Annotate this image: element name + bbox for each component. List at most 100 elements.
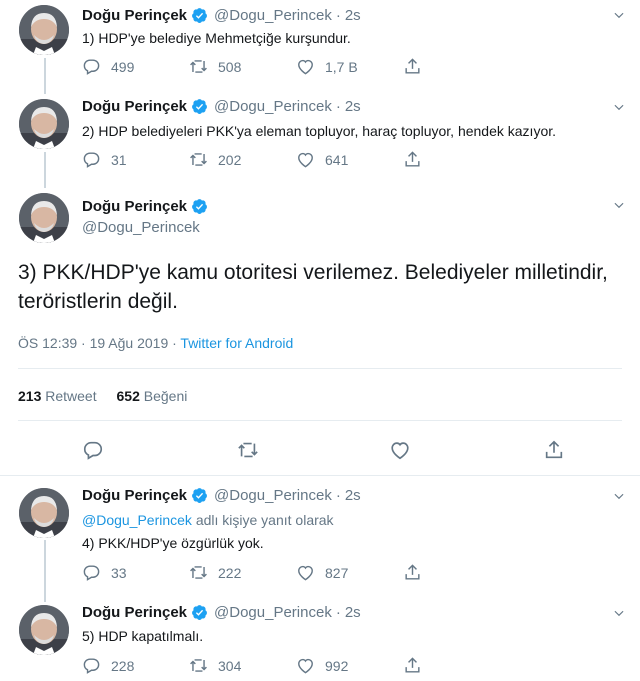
reply-button[interactable]: 228	[82, 656, 189, 675]
retweet-icon[interactable]	[237, 439, 259, 461]
thread-line	[44, 58, 46, 94]
retweet-count: 304	[218, 657, 242, 674]
author-handle[interactable]: @Dogu_Perincek	[214, 98, 332, 115]
main-tweet-text: 3) PKK/HDP'ye kamu otoritesi verilemez. …	[18, 261, 608, 313]
reply-count: 33	[111, 564, 127, 581]
tweet-time[interactable]: 2s	[345, 7, 361, 24]
like-button[interactable]: 641	[296, 150, 403, 169]
retweet-count: 222	[218, 564, 242, 581]
retweet-icon	[189, 57, 208, 76]
tweet-stats: 213 Retweet 652 Beğeni	[18, 388, 187, 404]
tweet-text: 4) PKK/HDP'ye özgürlük yok.	[82, 535, 264, 551]
like-count: 1,7 B	[325, 58, 358, 75]
reply-count: 31	[111, 151, 127, 168]
author-name[interactable]: Doğu Perinçek	[82, 604, 187, 621]
like-count: 641	[325, 151, 349, 168]
tweet-time[interactable]: 2s	[345, 98, 361, 115]
chevron-down-icon[interactable]	[612, 198, 626, 212]
like-icon[interactable]	[389, 439, 411, 461]
tweet-text: 1) HDP'ye belediye Mehmetçiğe kurşundur.	[82, 30, 351, 46]
share-button[interactable]	[403, 563, 510, 582]
like-count: 992	[325, 657, 349, 674]
reply-count: 228	[111, 657, 135, 674]
author-name[interactable]: Doğu Perinçek	[82, 98, 187, 115]
like-stat-count: 652	[116, 388, 140, 404]
author-handle[interactable]: @Dogu_Perincek	[214, 604, 332, 621]
author-name[interactable]: Doğu Perinçek	[82, 487, 187, 504]
chevron-down-icon[interactable]	[612, 8, 626, 22]
author-name[interactable]: Doğu Perinçek	[82, 7, 187, 24]
share-icon	[403, 150, 422, 169]
divider	[18, 368, 622, 369]
author-name[interactable]: Doğu Perinçek	[82, 198, 187, 215]
like-icon	[296, 563, 315, 582]
like-icon	[296, 57, 315, 76]
separator: ·	[335, 604, 341, 621]
avatar[interactable]	[19, 488, 69, 538]
retweet-count: 508	[218, 58, 242, 75]
verified-badge-icon	[191, 198, 208, 215]
reply-icon	[82, 563, 101, 582]
author-handle[interactable]: @Dogu_Perincek	[82, 219, 200, 236]
author-handle[interactable]: @Dogu_Perincek	[214, 7, 332, 24]
like-button[interactable]: 992	[296, 656, 403, 675]
separator: ·	[335, 7, 341, 24]
reply-icon	[82, 150, 101, 169]
reply-button[interactable]: 33	[82, 563, 189, 582]
reply-icon	[82, 57, 101, 76]
tweet-text: 2) HDP belediyeleri PKK'ya eleman topluy…	[82, 123, 557, 139]
tweet-time[interactable]: 2s	[345, 604, 361, 621]
share-button[interactable]	[403, 656, 510, 675]
reply-icon[interactable]	[82, 439, 104, 461]
avatar[interactable]	[19, 99, 69, 149]
separator: ·	[335, 487, 341, 504]
tweet-actions: 228 304 992	[82, 656, 510, 675]
tweet-text: 5) HDP kapatılmalı.	[82, 628, 204, 644]
share-icon[interactable]	[543, 439, 565, 461]
tweet-meta: ÖS 12:39 · 19 Ağu 2019 · Twitter for And…	[18, 335, 293, 351]
retweet-icon	[189, 563, 208, 582]
verified-badge-icon	[191, 7, 208, 24]
verified-badge-icon	[191, 98, 208, 115]
like-stat[interactable]: 652 Beğeni	[117, 388, 188, 404]
avatar[interactable]	[19, 605, 69, 655]
retweet-button[interactable]: 508	[189, 57, 296, 76]
share-button[interactable]	[403, 57, 510, 76]
divider	[18, 420, 622, 421]
share-button[interactable]	[403, 150, 510, 169]
reply-button[interactable]: 31	[82, 150, 189, 169]
retweet-stat[interactable]: 213 Retweet	[18, 388, 97, 404]
avatar[interactable]	[19, 5, 69, 55]
tweet-actions: 33 222 827	[82, 563, 510, 582]
thread-line	[44, 540, 46, 602]
share-icon	[403, 57, 422, 76]
reply-to-link[interactable]: @Dogu_Perincek	[82, 512, 192, 528]
reply-icon	[82, 656, 101, 675]
like-icon	[296, 656, 315, 675]
tweet-time[interactable]: 2s	[345, 487, 361, 504]
reply-count: 499	[111, 58, 135, 75]
like-button[interactable]: 1,7 B	[296, 57, 403, 76]
retweet-button[interactable]: 202	[189, 150, 296, 169]
separator: ·	[335, 98, 341, 115]
retweet-stat-count: 213	[18, 388, 42, 404]
like-count: 827	[325, 564, 349, 581]
retweet-button[interactable]: 304	[189, 656, 296, 675]
tweet-timestamp[interactable]: ÖS 12:39 · 19 Ağu 2019 ·	[18, 335, 180, 351]
divider	[0, 475, 640, 476]
like-button[interactable]: 827	[296, 563, 403, 582]
chevron-down-icon[interactable]	[612, 100, 626, 114]
verified-badge-icon	[191, 487, 208, 504]
like-icon	[296, 150, 315, 169]
retweet-button[interactable]: 222	[189, 563, 296, 582]
verified-badge-icon	[191, 604, 208, 621]
chevron-down-icon[interactable]	[612, 606, 626, 620]
share-icon	[403, 563, 422, 582]
author-handle[interactable]: @Dogu_Perincek	[214, 487, 332, 504]
reply-context: @Dogu_Perincek adlı kişiye yanıt olarak	[82, 512, 334, 528]
chevron-down-icon[interactable]	[612, 489, 626, 503]
reply-button[interactable]: 499	[82, 57, 189, 76]
reply-to-suffix: adlı kişiye yanıt olarak	[195, 512, 334, 528]
avatar[interactable]	[19, 193, 69, 243]
tweet-source-link[interactable]: Twitter for Android	[180, 335, 293, 351]
